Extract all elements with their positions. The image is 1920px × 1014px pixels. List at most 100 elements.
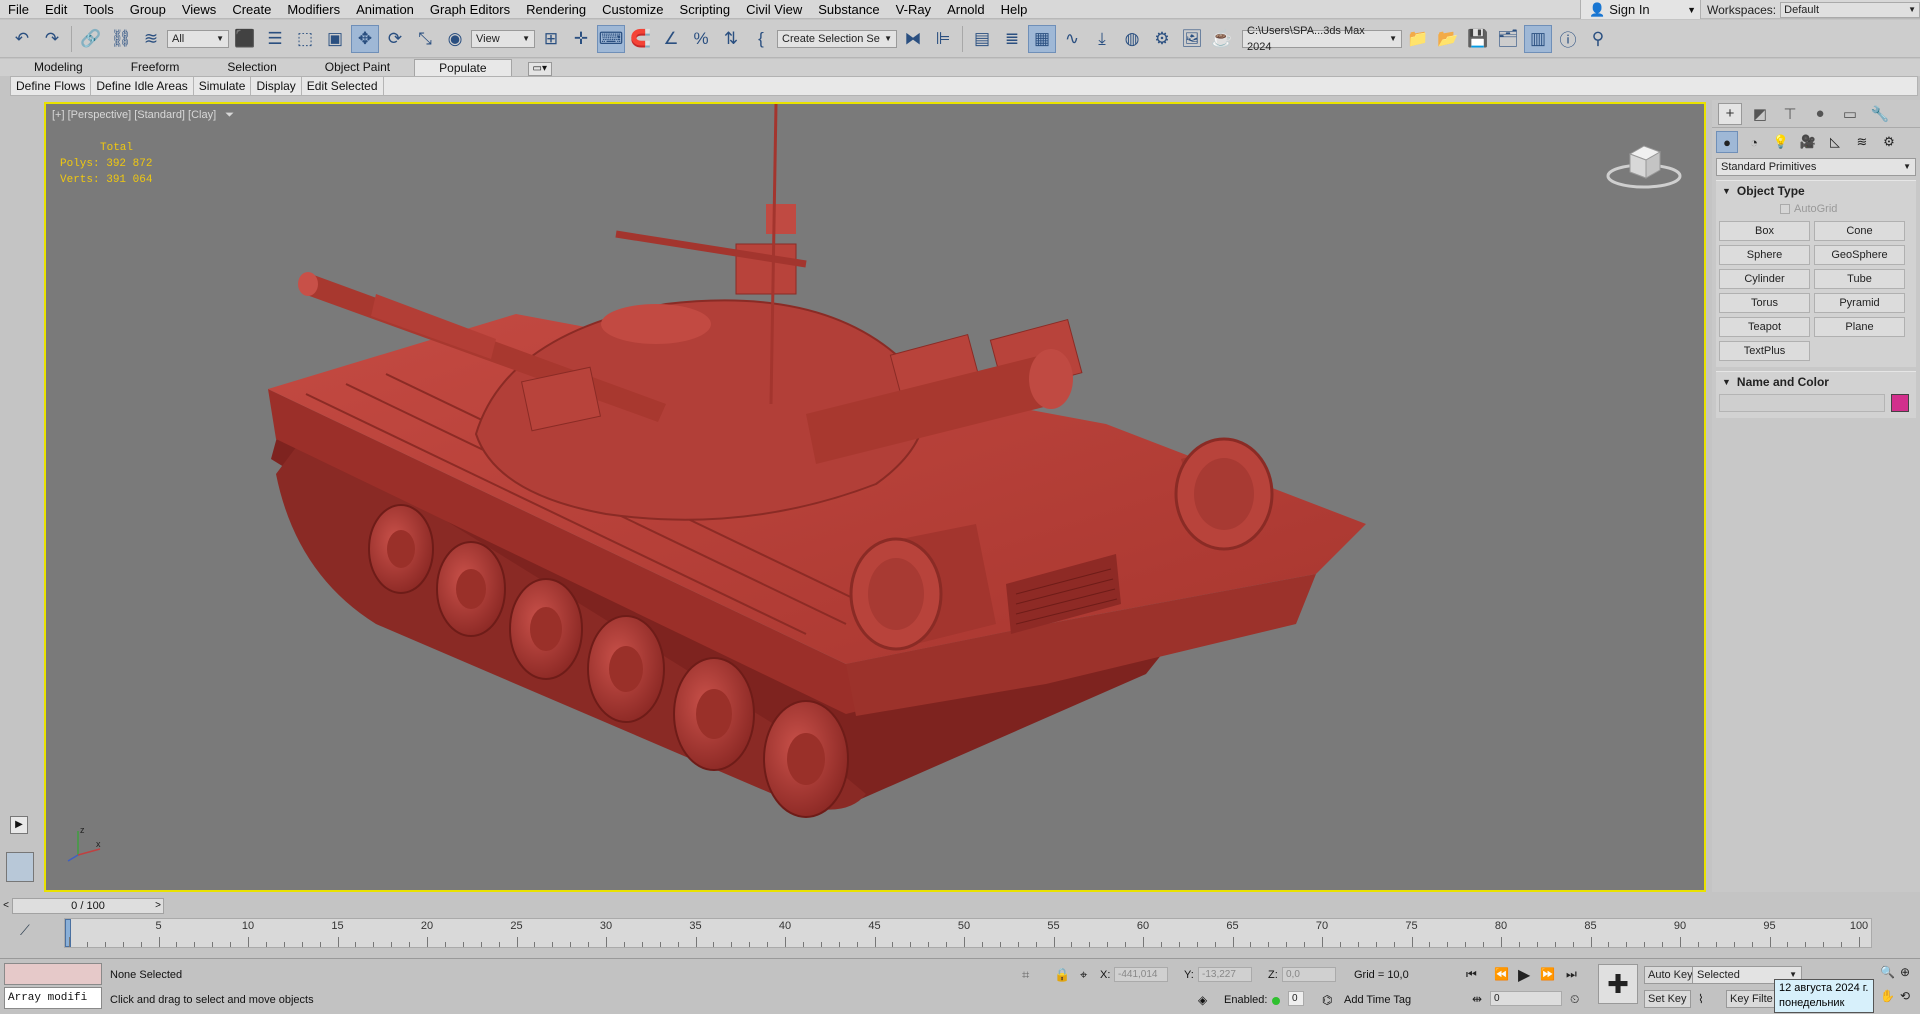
select-scale-icon[interactable]: ⤡ bbox=[411, 25, 439, 53]
object-color-swatch[interactable] bbox=[1891, 394, 1909, 412]
set-key-button[interactable]: Set Key bbox=[1644, 990, 1691, 1008]
plane-button[interactable]: Plane bbox=[1814, 317, 1905, 337]
key-mode-icon[interactable]: ⇹ bbox=[1472, 992, 1482, 1006]
menu-scripting[interactable]: Scripting bbox=[672, 0, 739, 19]
lights-icon[interactable]: 💡 bbox=[1770, 131, 1792, 153]
spinner-snap-icon[interactable]: ⇅ bbox=[717, 25, 745, 53]
menu-customize[interactable]: Customize bbox=[594, 0, 671, 19]
rendered-frame-window-icon[interactable]: 🖼 bbox=[1178, 25, 1206, 53]
snaps-toggle-icon[interactable]: 🧲 bbox=[627, 25, 655, 53]
menu-arnold[interactable]: Arnold bbox=[939, 0, 993, 19]
material-editor-icon[interactable]: ◍ bbox=[1118, 25, 1146, 53]
prev-frame-arrow-icon[interactable]: < bbox=[0, 898, 12, 914]
y-coordinate-field[interactable]: -13,227 bbox=[1198, 967, 1252, 982]
display-button[interactable]: Display bbox=[251, 77, 302, 95]
scene-explorer-icon[interactable]: ▤ bbox=[968, 25, 996, 53]
space-warps-icon[interactable]: ≋ bbox=[1851, 131, 1873, 153]
lock-selection-icon[interactable]: 🔒 bbox=[1054, 967, 1070, 983]
select-rotate-icon[interactable]: ⟳ bbox=[381, 25, 409, 53]
sphere-button[interactable]: Sphere bbox=[1719, 245, 1810, 265]
render-production-icon[interactable]: ☕ bbox=[1208, 25, 1236, 53]
next-frame-icon[interactable]: ⏩ bbox=[1540, 967, 1555, 981]
time-configuration-icon[interactable]: ⏲ bbox=[1570, 992, 1579, 1007]
menu-civil-view[interactable]: Civil View bbox=[738, 0, 810, 19]
geometry-icon[interactable]: ● bbox=[1716, 131, 1738, 153]
menu-animation[interactable]: Animation bbox=[348, 0, 422, 19]
key-tangent-icon[interactable]: ⌇ bbox=[1698, 992, 1704, 1006]
menu-edit[interactable]: Edit bbox=[37, 0, 75, 19]
select-manipulate-icon[interactable]: ✛ bbox=[567, 25, 595, 53]
time-tag-icon[interactable]: ⌬ bbox=[1322, 993, 1332, 1007]
selection-filter-dropdown[interactable]: All ▼ bbox=[167, 29, 229, 48]
toggle-ribbon-icon[interactable]: ▦ bbox=[1028, 24, 1056, 53]
menu-modifiers[interactable]: Modifiers bbox=[279, 0, 348, 19]
reference-coordinate-dropdown[interactable]: View ▼ bbox=[471, 29, 535, 48]
create-tab-icon[interactable]: + bbox=[1718, 102, 1742, 125]
zoom-icon[interactable]: 🔍 bbox=[1880, 965, 1895, 979]
time-slider[interactable]: 0 / 100 bbox=[12, 898, 164, 914]
listener-input[interactable]: Array modifi bbox=[4, 987, 102, 1009]
mirror-icon[interactable]: ⧓ bbox=[899, 25, 927, 53]
key-filters-button[interactable]: Key Filte bbox=[1726, 990, 1777, 1008]
menu-help[interactable]: Help bbox=[993, 0, 1036, 19]
tube-button[interactable]: Tube bbox=[1814, 269, 1905, 289]
ribbon-options-icon[interactable]: ▭▾ bbox=[527, 62, 552, 76]
textplus-button[interactable]: TextPlus bbox=[1719, 341, 1810, 361]
ribbon-tab-selection[interactable]: Selection bbox=[203, 59, 300, 76]
project-settings-icon[interactable]: 🗂 bbox=[1494, 25, 1522, 53]
pan-icon[interactable]: ✋ bbox=[1880, 989, 1895, 1003]
shapes-icon[interactable]: ◔ bbox=[1743, 131, 1765, 153]
render-setup-icon[interactable]: ⚙ bbox=[1148, 25, 1176, 53]
orbit-icon[interactable]: ⟲ bbox=[1900, 989, 1910, 1003]
rectangular-selection-icon[interactable]: ⬚ bbox=[291, 25, 319, 53]
menu-create[interactable]: Create bbox=[224, 0, 279, 19]
simulate-button[interactable]: Simulate bbox=[194, 77, 252, 95]
pyramid-button[interactable]: Pyramid bbox=[1814, 293, 1905, 313]
edit-named-selection-icon[interactable]: { bbox=[747, 25, 775, 53]
absolute-mode-icon[interactable]: ⌖ bbox=[1080, 967, 1087, 983]
toggle-panel-icon[interactable]: ▥ bbox=[1524, 24, 1552, 53]
zoom-all-icon[interactable]: ⊕ bbox=[1900, 965, 1910, 979]
cone-button[interactable]: Cone bbox=[1814, 221, 1905, 241]
go-to-start-icon[interactable]: ⏮ bbox=[1466, 967, 1477, 982]
select-object-icon[interactable]: ⬛ bbox=[231, 25, 259, 53]
geosphere-button[interactable]: GeoSphere bbox=[1814, 245, 1905, 265]
menu-v-ray[interactable]: V-Ray bbox=[888, 0, 939, 19]
redo-icon[interactable]: ↷ bbox=[38, 25, 66, 53]
define-idle-areas-button[interactable]: Define Idle Areas bbox=[91, 77, 194, 95]
object-type-header[interactable]: ▼ Object Type bbox=[1716, 181, 1916, 201]
select-place-icon[interactable]: ◉ bbox=[441, 25, 469, 53]
auto-key-button[interactable]: Auto Key bbox=[1644, 966, 1697, 984]
named-selection-dropdown[interactable]: Create Selection Se ▼ bbox=[777, 29, 897, 48]
x-coordinate-field[interactable]: -441,014 bbox=[1114, 967, 1168, 982]
menu-rendering[interactable]: Rendering bbox=[518, 0, 594, 19]
isolate-selection-icon[interactable]: ⌗ bbox=[1022, 967, 1029, 983]
open-project-icon[interactable]: 📂 bbox=[1434, 25, 1462, 53]
align-icon[interactable]: ⊫ bbox=[929, 25, 957, 53]
perspective-viewport[interactable]: [+] [Perspective] [Standard] [Clay] ⏷ To… bbox=[44, 102, 1706, 892]
add-time-tag[interactable]: Add Time Tag bbox=[1344, 994, 1411, 1006]
layer-explorer-icon[interactable]: ≣ bbox=[998, 25, 1026, 53]
schematic-view-icon[interactable]: ⤓ bbox=[1088, 25, 1116, 53]
cylinder-button[interactable]: Cylinder bbox=[1719, 269, 1810, 289]
curve-editor-icon[interactable]: ∿ bbox=[1058, 25, 1086, 53]
pivot-center-icon[interactable]: ⊞ bbox=[537, 25, 565, 53]
ribbon-tab-modeling[interactable]: Modeling bbox=[10, 59, 107, 76]
listener-macro-recorder[interactable] bbox=[4, 963, 102, 985]
viewport-layout-tab[interactable] bbox=[6, 852, 34, 882]
go-to-end-icon[interactable]: ⏭ bbox=[1566, 967, 1577, 982]
curve-editor-mini-icon[interactable]: ⟋ bbox=[20, 922, 30, 939]
display-tab-icon[interactable]: ▭ bbox=[1838, 103, 1862, 125]
bind-space-warp-icon[interactable]: ≋ bbox=[137, 25, 165, 53]
window-crossing-icon[interactable]: ▣ bbox=[321, 25, 349, 53]
ribbon-tab-object-paint[interactable]: Object Paint bbox=[301, 59, 414, 76]
sign-in-button[interactable]: 👤 Sign In ▼ bbox=[1580, 0, 1700, 19]
cameras-icon[interactable]: 🎥 bbox=[1797, 131, 1819, 153]
help-search-icon[interactable]: ⚲ bbox=[1584, 25, 1612, 53]
info-icon[interactable]: ⓘ bbox=[1554, 25, 1582, 53]
teapot-button[interactable]: Teapot bbox=[1719, 317, 1810, 337]
next-frame-arrow-icon[interactable]: > bbox=[152, 898, 164, 914]
previous-frame-icon[interactable]: ⏪ bbox=[1494, 967, 1509, 981]
z-coordinate-field[interactable]: 0,0 bbox=[1282, 967, 1336, 982]
menu-views[interactable]: Views bbox=[174, 0, 224, 19]
